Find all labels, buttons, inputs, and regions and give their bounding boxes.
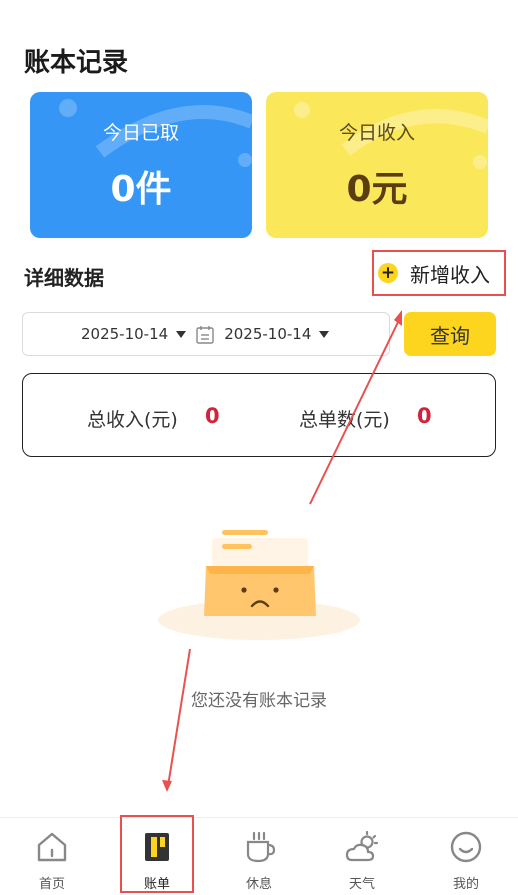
bottom-navigation: 首页 账单 休息 天气 我的	[0, 817, 518, 895]
smiley-face-icon	[450, 831, 482, 863]
calendar-icon	[196, 325, 214, 344]
start-date-select[interactable]: 2025-10-14	[81, 325, 168, 343]
nav-label-rest: 休息	[245, 877, 272, 892]
today-picked-card: 今日已取 0件	[30, 92, 252, 238]
today-income-card: 今日收入 0元	[266, 92, 488, 238]
total-orders-label: 总单数(元)	[299, 409, 390, 431]
query-button[interactable]: 查询	[404, 312, 496, 356]
nav-item-rest[interactable]: 休息	[219, 818, 299, 895]
chevron-down-icon	[319, 330, 330, 338]
today-picked-label: 今日已取	[102, 122, 179, 144]
summary-panel: 总收入(元) 0 总单数(元) 0	[22, 373, 496, 457]
nav-label-weather: 天气	[348, 877, 375, 892]
ledger-icon	[145, 833, 169, 861]
weather-cloud-sun-icon	[345, 830, 379, 862]
add-income-button[interactable]: + 新增收入	[372, 250, 506, 296]
nav-label-home: 首页	[38, 877, 65, 892]
nav-item-weather[interactable]: 天气	[322, 818, 402, 895]
nav-label-mine: 我的	[452, 877, 479, 892]
coffee-cup-icon	[246, 831, 276, 863]
nav-item-home[interactable]: 首页	[12, 818, 92, 895]
details-title: 详细数据	[24, 266, 104, 290]
nav-item-mine[interactable]: 我的	[426, 818, 506, 895]
page-title: 账本记录	[24, 48, 129, 78]
empty-state-message: 您还没有账本记录	[191, 691, 327, 711]
today-income-label: 今日收入	[338, 122, 415, 144]
add-income-label: 新增收入	[410, 262, 490, 287]
date-range-picker: 2025-10-14 2025-10-14	[22, 312, 390, 356]
plus-icon: +	[378, 263, 398, 283]
total-income-label: 总收入(元)	[87, 409, 178, 431]
today-income-value: 0元	[346, 169, 408, 210]
nav-label-ledger: 账单	[143, 877, 170, 892]
home-icon	[37, 832, 67, 862]
chevron-down-icon	[176, 330, 187, 338]
today-picked-value: 0件	[110, 169, 172, 210]
total-orders-value: 0	[417, 404, 432, 428]
empty-box-illustration	[158, 530, 360, 640]
end-date-select[interactable]: 2025-10-14	[224, 325, 311, 343]
total-income-value: 0	[205, 404, 220, 428]
nav-item-ledger[interactable]: 账单	[117, 818, 197, 895]
